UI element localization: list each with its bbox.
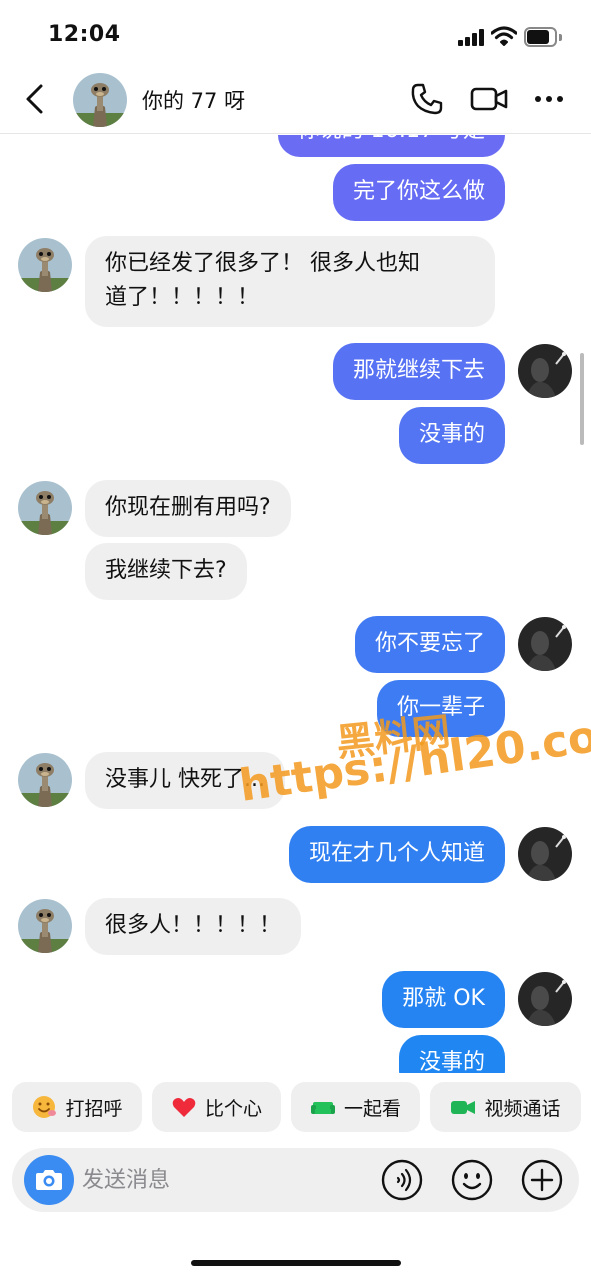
- dark-portrait-avatar-image: [518, 972, 572, 1026]
- status-bar: 12:04: [0, 0, 591, 64]
- ostrich-avatar-image: [18, 238, 72, 292]
- video-call-icon: [451, 1101, 476, 1114]
- ostrich-avatar-image: [73, 73, 127, 127]
- camera-icon: [36, 1170, 62, 1190]
- send-heart-button[interactable]: 比个心: [152, 1082, 281, 1132]
- message-input[interactable]: [82, 1162, 362, 1198]
- more-options-icon[interactable]: [533, 82, 565, 116]
- message-bubble-received[interactable]: 你现在删有用吗?: [85, 480, 291, 537]
- phone-call-icon[interactable]: [410, 82, 444, 116]
- ostrich-avatar-image: [18, 481, 72, 535]
- ostrich-avatar-image: [18, 753, 72, 807]
- emoji-icon[interactable]: [451, 1159, 493, 1201]
- my-avatar[interactable]: [518, 972, 572, 1026]
- contact-avatar[interactable]: [18, 899, 72, 953]
- add-icon[interactable]: [521, 1159, 563, 1201]
- sofa-icon: [310, 1102, 335, 1114]
- message-bubble-received[interactable]: 我继续下去?: [85, 543, 247, 600]
- dark-portrait-avatar-image: [518, 827, 572, 881]
- heart-icon: [172, 1098, 196, 1117]
- dark-portrait-avatar-image: [518, 344, 572, 398]
- watch-together-button[interactable]: 一起看: [291, 1082, 420, 1132]
- my-avatar[interactable]: [518, 827, 572, 881]
- quick-actions-bar: 打招呼 比个心 一起看 视频通话: [0, 1082, 591, 1132]
- cellular-signal-icon: [458, 29, 484, 46]
- wifi-icon: [491, 26, 517, 46]
- video-camera-icon[interactable]: [470, 82, 508, 116]
- battery-icon: [524, 27, 562, 47]
- scrollbar[interactable]: [580, 353, 584, 445]
- message-bubble-sent[interactable]: 没事的: [398, 1035, 505, 1073]
- message-list[interactable]: 你说的 16:17 号是 完了你这么做 你已经发了很多了！ 很多人也知 道了！！…: [0, 135, 591, 1073]
- back-arrow-icon[interactable]: [20, 82, 50, 116]
- message-bubble-received[interactable]: 很多人！！！！！: [85, 898, 302, 955]
- message-bubble-sent[interactable]: 你一辈子: [376, 680, 505, 737]
- message-bubble-received[interactable]: 你已经发了很多了！ 很多人也知 道了！！！！！: [85, 236, 495, 327]
- my-avatar[interactable]: [518, 617, 572, 671]
- contact-name[interactable]: 你的 77 呀: [142, 85, 245, 115]
- message-bubble-sent[interactable]: 那就 OK: [382, 971, 505, 1028]
- contact-avatar[interactable]: [73, 73, 127, 127]
- message-bubble-sent[interactable]: 你不要忘了: [354, 616, 505, 673]
- message-bubble-received[interactable]: 没事儿 快死了...: [85, 752, 285, 809]
- message-bubble-sent[interactable]: 现在才几个人知道: [288, 826, 505, 883]
- camera-button[interactable]: [24, 1155, 74, 1205]
- ostrich-avatar-image: [18, 899, 72, 953]
- contact-avatar[interactable]: [18, 753, 72, 807]
- chat-header: 你的 77 呀: [0, 64, 591, 134]
- message-bubble-sent[interactable]: 你说的 16:17 号是: [277, 135, 505, 157]
- my-avatar[interactable]: [518, 344, 572, 398]
- wave-emoji-icon: [33, 1096, 57, 1118]
- greet-button[interactable]: 打招呼: [12, 1082, 142, 1132]
- video-call-button[interactable]: 视频通话: [430, 1082, 581, 1132]
- message-bubble-sent[interactable]: 没事的: [398, 407, 505, 464]
- contact-avatar[interactable]: [18, 238, 72, 292]
- status-time: 12:04: [48, 22, 121, 47]
- voice-message-icon[interactable]: [381, 1159, 423, 1201]
- message-composer: [12, 1148, 579, 1212]
- home-indicator: [191, 1260, 401, 1266]
- message-bubble-sent[interactable]: 那就继续下去: [332, 343, 505, 400]
- contact-avatar[interactable]: [18, 481, 72, 535]
- dark-portrait-avatar-image: [518, 617, 572, 671]
- message-bubble-sent[interactable]: 完了你这么做: [332, 164, 505, 221]
